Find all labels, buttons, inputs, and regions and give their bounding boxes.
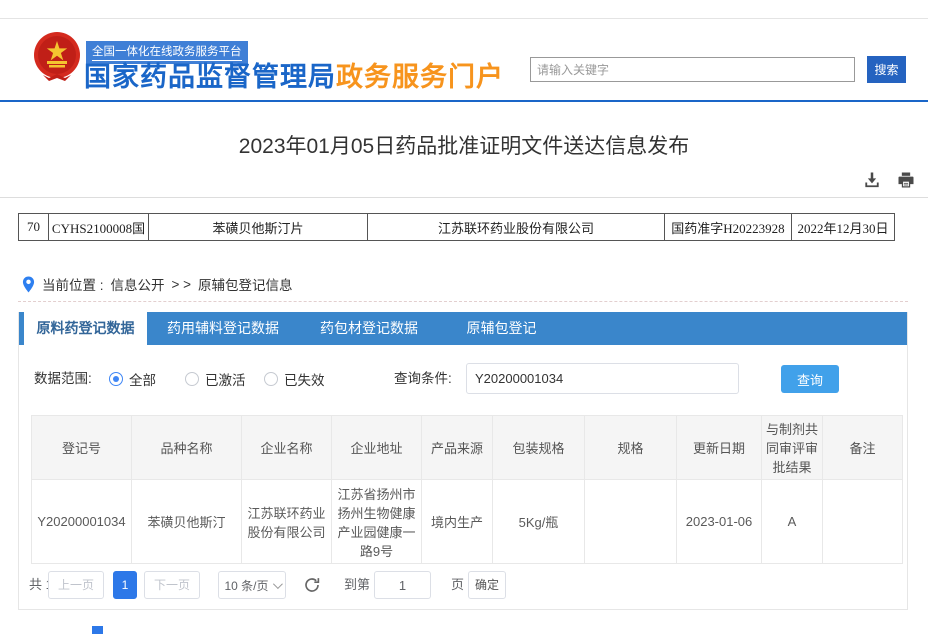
- tab-raw-material-data[interactable]: 原料药登记数据: [24, 312, 147, 345]
- cell-remark: [823, 480, 903, 564]
- col-remark: 备注: [823, 416, 903, 480]
- breadcrumb-separator: > >: [172, 277, 192, 292]
- registration-table: 登记号 品种名称 企业名称 企业地址 产品来源 包装规格 规格 更新日期 与制剂…: [31, 415, 903, 564]
- download-icon: [862, 170, 882, 190]
- registration-panel: 原料药登记数据 药用辅料登记数据 药包材登记数据 原辅包登记 数据范围: 全部 …: [18, 312, 908, 610]
- notice-approval-date: 2022年12月30日: [792, 214, 894, 240]
- breadcrumb-root[interactable]: 信息公开: [111, 274, 165, 294]
- notice-approval-no: 国药准字H20223928: [665, 214, 792, 240]
- title-divider: [0, 197, 928, 198]
- query-button[interactable]: 查询: [781, 365, 839, 393]
- radio-label-expired: 已失效: [284, 369, 325, 389]
- radio-icon-expired: [264, 372, 278, 386]
- location-pin-icon: [22, 276, 35, 293]
- col-product: 品种名称: [132, 416, 242, 480]
- cell-product: 苯磺贝他斯汀: [132, 480, 242, 564]
- cell-address: 江苏省扬州市扬州生物健康产业园健康一路9号: [332, 480, 422, 564]
- radio-icon-all: [109, 372, 123, 386]
- confirm-button[interactable]: 确定: [468, 571, 506, 599]
- notice-product-name: 苯磺贝他斯汀片: [149, 214, 368, 240]
- query-condition-label: 查询条件:: [394, 362, 452, 396]
- radio-option-expired[interactable]: 已失效: [264, 362, 325, 396]
- query-condition-input[interactable]: [466, 363, 739, 394]
- page-size-value: 10 条/页: [224, 577, 268, 594]
- search-button[interactable]: 搜索: [867, 56, 906, 83]
- col-company: 企业名称: [242, 416, 332, 480]
- page-title: 2023年01月05日药品批准证明文件送达信息发布: [0, 130, 928, 160]
- tab-raw-excipient-package[interactable]: 原辅包登记: [439, 312, 564, 345]
- top-divider: [0, 18, 928, 19]
- goto-page-unit: 页: [451, 570, 464, 600]
- next-page-button[interactable]: 下一页: [144, 571, 200, 599]
- notice-company: 江苏联环药业股份有限公司: [368, 214, 665, 240]
- prev-page-button[interactable]: 上一页: [48, 571, 104, 599]
- radio-option-activated[interactable]: 已激活: [185, 362, 246, 396]
- tab-excipient-data[interactable]: 药用辅料登记数据: [147, 312, 299, 345]
- col-update-date: 更新日期: [677, 416, 762, 480]
- cell-package: 5Kg/瓶: [493, 480, 585, 564]
- table-row: Y20200001034 苯磺贝他斯汀 江苏联环药业股份有限公司 江苏省扬州市扬…: [32, 480, 903, 564]
- radio-icon-activated: [185, 372, 199, 386]
- national-emblem-logo: [33, 31, 81, 84]
- print-button[interactable]: [896, 170, 916, 190]
- breadcrumb-divider: [18, 301, 908, 302]
- page-size-select[interactable]: 10 条/页: [218, 571, 286, 599]
- tab-packaging-material-data[interactable]: 药包材登记数据: [299, 312, 439, 345]
- refresh-icon: [303, 576, 321, 594]
- cell-source: 境内生产: [422, 480, 493, 564]
- col-source: 产品来源: [422, 416, 493, 480]
- col-joint-review: 与制剂共同审评审批结果: [762, 416, 823, 480]
- document-tools: [862, 170, 916, 190]
- notice-acceptance-no: CYHS2100008国: [49, 214, 149, 240]
- print-icon: [896, 170, 916, 190]
- current-page-button[interactable]: 1: [113, 571, 137, 599]
- chevron-down-icon: [272, 579, 282, 589]
- breadcrumb-current: 原辅包登记信息: [198, 274, 293, 294]
- tab-bar: 原料药登记数据 药用辅料登记数据 药包材登记数据 原辅包登记: [19, 312, 907, 345]
- goto-page-label: 到第: [344, 570, 370, 600]
- notice-seq: 70: [19, 214, 49, 240]
- search-input[interactable]: [530, 57, 855, 82]
- cell-spec: [585, 480, 677, 564]
- site-name: 国家药品监督管理局: [84, 62, 336, 92]
- breadcrumb-prefix: 当前位置 :: [42, 274, 104, 294]
- col-reg-no: 登记号: [32, 416, 132, 480]
- table-header-row: 登记号 品种名称 企业名称 企业地址 产品来源 包装规格 规格 更新日期 与制剂…: [32, 416, 903, 480]
- site-suffix: 政务服务门户: [336, 62, 504, 92]
- download-button[interactable]: [862, 170, 882, 190]
- filter-bar: 数据范围: 全部 已激活 已失效 查询条件: 查询: [19, 362, 907, 396]
- radio-option-all[interactable]: 全部: [109, 362, 156, 396]
- cell-update-date: 2023-01-06: [677, 480, 762, 564]
- radio-label-all: 全部: [129, 369, 156, 389]
- radio-label-activated: 已激活: [205, 369, 246, 389]
- scope-label: 数据范围:: [34, 362, 92, 396]
- col-package: 包装规格: [493, 416, 585, 480]
- cell-joint-review: A: [762, 480, 823, 564]
- cell-company: 江苏联环药业股份有限公司: [242, 480, 332, 564]
- pagination-bar: 共 1 条 上一页 1 下一页 10 条/页 到第 页 确定: [19, 570, 907, 600]
- site-title: 国家药品监督管理局政务服务门户: [84, 55, 504, 94]
- col-spec: 规格: [585, 416, 677, 480]
- page: 全国一体化在线政务服务平台 国家药品监督管理局政务服务门户 搜索 2023年01…: [0, 0, 928, 634]
- breadcrumb: 当前位置 : 信息公开 > > 原辅包登记信息: [22, 274, 293, 294]
- bottom-decoration: [92, 626, 103, 634]
- refresh-button[interactable]: [303, 576, 321, 594]
- header-divider: [0, 100, 928, 102]
- col-address: 企业地址: [332, 416, 422, 480]
- goto-page-input[interactable]: [374, 571, 431, 599]
- cell-reg-no: Y20200001034: [32, 480, 132, 564]
- notice-table-row: 70 CYHS2100008国 苯磺贝他斯汀片 江苏联环药业股份有限公司 国药准…: [18, 213, 895, 241]
